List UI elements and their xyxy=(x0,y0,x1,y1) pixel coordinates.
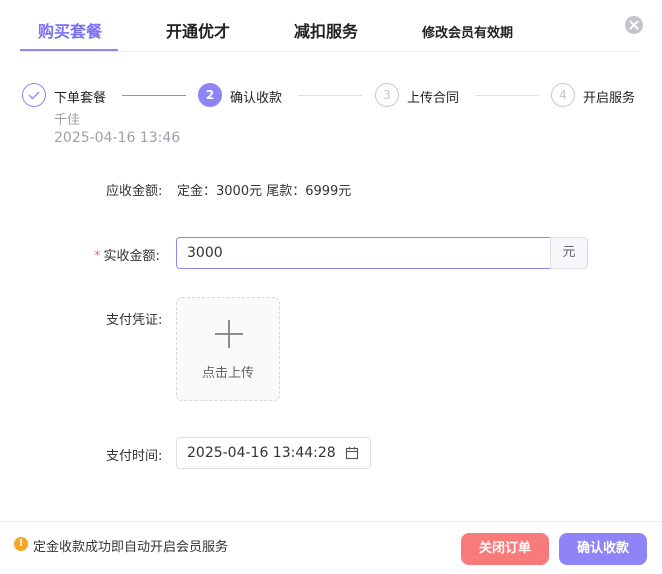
tab-open-youcai[interactable]: 开通优才 xyxy=(166,18,230,42)
step-connector xyxy=(475,95,539,96)
tab-deduct-service[interactable]: 减扣服务 xyxy=(294,18,358,42)
voucher-label: 支付凭证: xyxy=(106,313,163,328)
tab-modify-validity[interactable]: 修改会员有效期 xyxy=(422,22,513,41)
step-2-number: 2 xyxy=(198,83,222,107)
pay-time-label: 支付时间: xyxy=(106,449,163,464)
step-connector xyxy=(298,95,362,96)
close-icon[interactable] xyxy=(625,16,643,34)
actual-amount-label: * 实收金额: xyxy=(94,245,160,264)
upload-button[interactable]: 点击上传 xyxy=(176,297,280,401)
pay-time-value: 2025-04-16 13:44:28 xyxy=(187,445,336,461)
upload-text: 点击上传 xyxy=(201,366,254,381)
footer-notice: 定金收款成功即自动开启会员服务 xyxy=(33,540,229,555)
step-3-number: 3 xyxy=(375,83,399,107)
dialog-footer: ! 定金收款成功即自动开启会员服务 关闭订单 确认收款 xyxy=(0,521,662,574)
currency-unit: 元 xyxy=(550,237,588,269)
confirm-payment-button[interactable]: 确认收款 xyxy=(559,533,647,565)
purchase-dialog: 购买套餐 开通优才 减扣服务 修改会员有效期 下单套餐 千佳 2025-04-1… xyxy=(0,0,662,574)
tab-bar: 购买套餐 开通优才 减扣服务 修改会员有效期 xyxy=(20,0,640,52)
step-1-time: 2025-04-16 13:46 xyxy=(54,130,181,146)
plus-icon xyxy=(215,320,243,348)
tab-buy-package[interactable]: 购买套餐 xyxy=(38,18,102,42)
calendar-icon xyxy=(345,447,359,460)
close-order-button[interactable]: 关闭订单 xyxy=(461,533,549,565)
required-mark: * xyxy=(94,249,101,264)
receivable-value: 定金：3000元 尾款：6999元 xyxy=(177,184,352,199)
step-connector xyxy=(122,95,186,96)
actual-amount-input[interactable] xyxy=(176,237,551,269)
warning-icon: ! xyxy=(14,537,28,551)
actual-amount-label-text: 实收金额: xyxy=(103,249,160,264)
receivable-label: 应收金额: xyxy=(106,184,163,199)
active-tab-indicator xyxy=(20,49,118,51)
step-4-title: 开启服务 xyxy=(583,91,636,106)
step-3-title: 上传合同 xyxy=(407,91,460,106)
step-1-operator: 千佳 xyxy=(54,113,81,128)
check-icon xyxy=(22,83,46,107)
step-4-number: 4 xyxy=(551,83,575,107)
step-1-title: 下单套餐 xyxy=(54,91,107,106)
step-2-title: 确认收款 xyxy=(230,91,283,106)
pay-time-picker[interactable]: 2025-04-16 13:44:28 xyxy=(176,437,371,469)
